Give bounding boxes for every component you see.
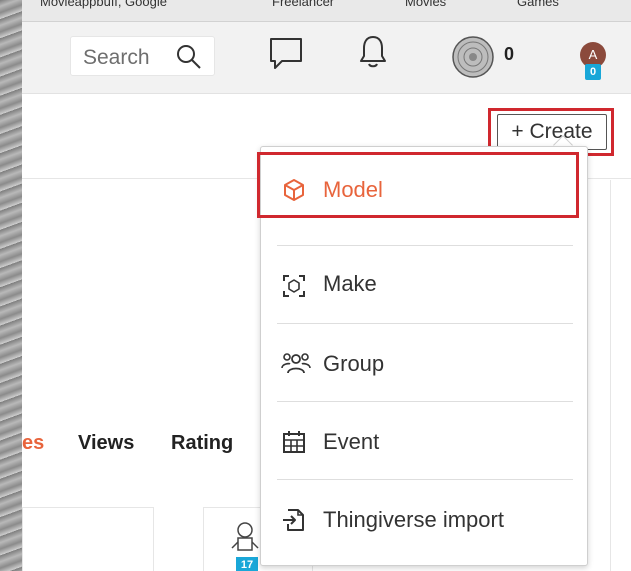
search-icon[interactable] — [175, 43, 203, 71]
menu-item-label: Group — [323, 351, 385, 376]
avatar-badge: 0 — [585, 64, 601, 80]
menu-divider — [277, 401, 573, 402]
menu-divider — [277, 479, 573, 480]
robot-thumbnail-icon — [231, 522, 259, 551]
bookmark-item[interactable]: Movieappbuff, Google — [40, 0, 167, 9]
top-navigation: Search 0 A 0 — [22, 22, 631, 94]
sort-tab-rating[interactable]: Rating — [171, 432, 233, 455]
card-badge: 17 — [236, 557, 258, 571]
menu-item-make[interactable]: Make — [277, 249, 573, 327]
chat-icon[interactable] — [268, 36, 304, 72]
import-icon — [283, 509, 304, 531]
bookmark-item[interactable]: Games — [517, 0, 559, 9]
make-icon — [283, 275, 305, 297]
menu-item-group[interactable]: Group — [277, 327, 573, 405]
menu-divider — [277, 245, 573, 246]
search-placeholder: Search — [83, 46, 150, 69]
menu-divider — [277, 323, 573, 324]
menu-item-event[interactable]: Event — [277, 405, 573, 483]
calendar-icon — [283, 431, 305, 453]
points-count: 0 — [504, 44, 515, 64]
menu-item-label: Event — [323, 429, 380, 454]
search-input[interactable]: Search — [70, 36, 215, 76]
model-item-highlight — [257, 152, 579, 218]
bookmark-item[interactable]: Freelancer — [272, 0, 334, 9]
menu-item-label: Make — [323, 271, 377, 296]
sort-tab-partial[interactable]: es — [22, 432, 44, 455]
sort-tab-views[interactable]: Views — [78, 432, 134, 455]
menu-item-thingiverse-import[interactable]: Thingiverse import — [277, 483, 573, 561]
bookmark-item[interactable]: Movies — [405, 0, 446, 9]
bell-icon[interactable] — [358, 34, 388, 70]
group-icon — [281, 353, 311, 374]
menu-item-label: Thingiverse import — [323, 507, 504, 532]
bookmarks-bar: Movieappbuff, Google Freelancer Movies G… — [22, 0, 631, 22]
side-panel — [610, 180, 631, 571]
points-icon[interactable] — [450, 34, 496, 80]
model-card[interactable] — [22, 507, 154, 571]
background-image — [0, 0, 22, 571]
